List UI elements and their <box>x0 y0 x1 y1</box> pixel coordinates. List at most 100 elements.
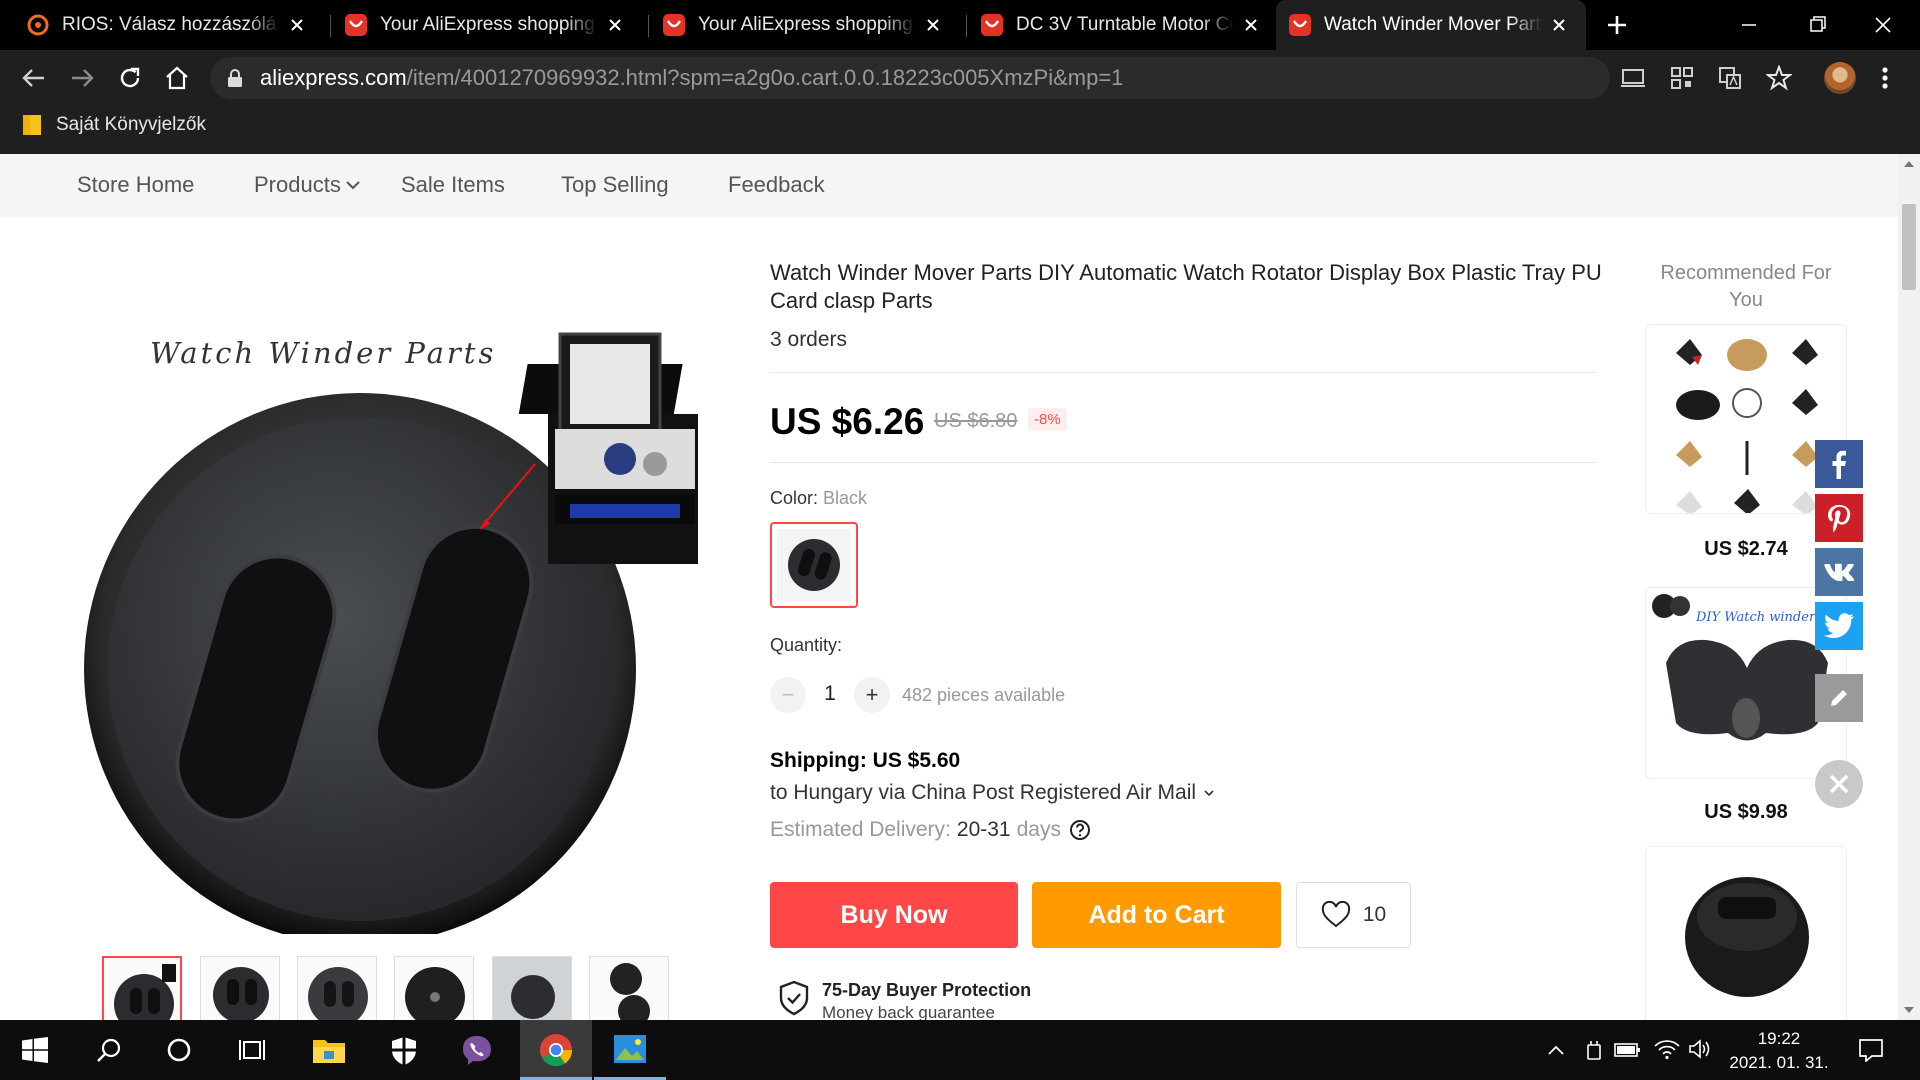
new-tab-button[interactable] <box>1604 12 1630 38</box>
forward-icon[interactable] <box>68 64 96 92</box>
volume-icon[interactable] <box>1688 1038 1712 1060</box>
recommended-item-3[interactable] <box>1645 846 1847 1020</box>
reload-icon[interactable] <box>116 64 144 92</box>
bookmark-star-icon[interactable] <box>1766 65 1792 91</box>
thumbnail-2[interactable] <box>200 956 280 1020</box>
twitter-share[interactable] <box>1815 602 1863 650</box>
buyer-protection: 75-Day Buyer Protection Money back guara… <box>778 980 1031 1020</box>
battery-icon[interactable] <box>1614 1041 1642 1059</box>
clock[interactable]: 19:22 2021. 01. 31. <box>1714 1027 1844 1075</box>
close-tab-icon[interactable] <box>1240 14 1262 36</box>
thumbnail-4[interactable] <box>394 956 474 1020</box>
lock-icon[interactable] <box>226 68 244 88</box>
thumbnail-6[interactable] <box>589 956 669 1020</box>
store-nav: Store Home Products Sale Items Top Selli… <box>0 154 1898 217</box>
quantity-decrement[interactable]: − <box>770 677 806 713</box>
wifi-icon[interactable] <box>1654 1038 1680 1060</box>
page-scrollbar[interactable] <box>1898 154 1920 1020</box>
minimize-button[interactable] <box>1734 10 1764 40</box>
scroll-up-arrow-icon[interactable] <box>1898 154 1920 174</box>
estimated-delivery: Estimated Delivery: 20-31 days <box>770 818 1091 842</box>
quantity-increment[interactable]: + <box>854 677 890 713</box>
recommended-caption-2: DIY Watch winder <box>1696 610 1816 625</box>
pinterest-icon <box>1828 505 1851 533</box>
tab-watch-winder[interactable]: Watch Winder Mover Parts <box>1276 0 1586 50</box>
restore-button[interactable] <box>1802 10 1832 40</box>
profile-avatar[interactable] <box>1824 62 1856 94</box>
price-original: US $6.80 <box>934 410 1018 432</box>
tab-turntable[interactable]: DC 3V Turntable Motor Con <box>968 0 1278 50</box>
thumbnail-5[interactable] <box>492 956 572 1020</box>
nav-top-selling[interactable]: Top Selling <box>561 172 669 198</box>
vk-share[interactable] <box>1815 548 1863 596</box>
cortana-icon[interactable] <box>166 1037 192 1063</box>
cast-icon[interactable] <box>1620 66 1646 90</box>
url-text[interactable]: aliexpress.com/item/4001270969932.html?s… <box>260 65 1123 91</box>
page-content: Store Home Products Sale Items Top Selli… <box>0 154 1920 1020</box>
facebook-share[interactable] <box>1815 440 1863 488</box>
shipping-method[interactable]: to Hungary via China Post Registered Air… <box>770 781 1216 805</box>
close-tab-icon[interactable] <box>604 14 626 36</box>
back-icon[interactable] <box>20 64 48 92</box>
wishlist-button[interactable]: 10 <box>1296 882 1411 948</box>
product-main-image[interactable]: Watch Winder Parts <box>55 254 735 934</box>
stock-available: 482 pieces available <box>902 685 1066 705</box>
aliexpress-icon <box>345 14 367 36</box>
rios-icon <box>27 14 49 36</box>
quantity-value[interactable]: 1 <box>820 682 840 706</box>
notifications-icon[interactable] <box>1858 1038 1884 1062</box>
add-to-cart-button[interactable]: Add to Cart <box>1032 882 1281 948</box>
protection-title: 75-Day Buyer Protection <box>822 980 1032 1000</box>
help-icon[interactable] <box>1069 819 1091 841</box>
protection-subtitle: Money back guarantee <box>822 1003 995 1020</box>
photos-taskbar-button[interactable] <box>594 1020 666 1080</box>
tab-cart-2[interactable]: Your AliExpress shopping cart <box>650 0 960 50</box>
color-label-row: Color: Black <box>770 488 868 508</box>
tab-rios[interactable]: RIOS: Válasz hozzászólás fráza <box>14 0 324 50</box>
usb-device-icon[interactable] <box>1584 1039 1604 1061</box>
translate-icon[interactable] <box>1718 66 1742 90</box>
security-shield-icon[interactable] <box>390 1036 418 1066</box>
chrome-icon <box>540 1034 573 1067</box>
scroll-down-arrow-icon[interactable] <box>1898 1000 1920 1020</box>
tab-cart-1[interactable]: Your AliExpress shopping cart <box>332 0 642 50</box>
bookmark-folder[interactable]: Saját Könyvjelzők <box>22 114 206 136</box>
nav-feedback[interactable]: Feedback <box>728 172 825 198</box>
qr-code-icon[interactable] <box>1670 66 1694 90</box>
nav-store-home[interactable]: Store Home <box>77 172 194 198</box>
nav-products[interactable]: Products <box>254 172 361 198</box>
nav-sale-items[interactable]: Sale Items <box>401 172 505 198</box>
aliexpress-icon <box>981 14 1003 36</box>
color-option-black[interactable] <box>770 522 858 608</box>
close-tab-icon[interactable] <box>1548 14 1570 36</box>
close-tab-icon[interactable] <box>286 14 308 36</box>
windows-logo-icon <box>22 1037 48 1063</box>
recommended-price-2: US $9.98 <box>1704 801 1788 823</box>
home-icon[interactable] <box>163 64 191 92</box>
pinterest-share[interactable] <box>1815 494 1863 542</box>
search-icon[interactable] <box>96 1037 122 1063</box>
scrollbar-thumb[interactable] <box>1902 204 1916 290</box>
twitter-icon <box>1824 613 1854 639</box>
file-explorer-icon[interactable] <box>312 1036 346 1064</box>
tray-overflow-icon[interactable] <box>1546 1040 1566 1060</box>
start-button[interactable] <box>22 1037 48 1063</box>
thumbnail-1[interactable] <box>102 956 182 1020</box>
thumbnail-3[interactable] <box>297 956 377 1020</box>
price-current: US $6.26 <box>770 401 925 442</box>
heart-icon <box>1321 901 1350 928</box>
buy-now-button[interactable]: Buy Now <box>770 882 1018 948</box>
chrome-taskbar-button[interactable] <box>520 1020 592 1080</box>
close-share-button[interactable] <box>1815 760 1863 808</box>
viber-icon[interactable] <box>460 1034 494 1068</box>
recommended-title: Recommended For You <box>1660 262 1832 311</box>
close-tab-icon[interactable] <box>922 14 944 36</box>
task-view-icon[interactable] <box>238 1037 266 1063</box>
edit-share[interactable] <box>1815 674 1863 722</box>
clock-time: 19:22 <box>1757 1029 1801 1048</box>
facebook-icon <box>1832 450 1846 479</box>
menu-dots-icon[interactable] <box>1878 64 1892 92</box>
shield-check-icon <box>779 980 809 1016</box>
close-window-button[interactable] <box>1868 10 1898 40</box>
photos-icon <box>614 1035 646 1063</box>
